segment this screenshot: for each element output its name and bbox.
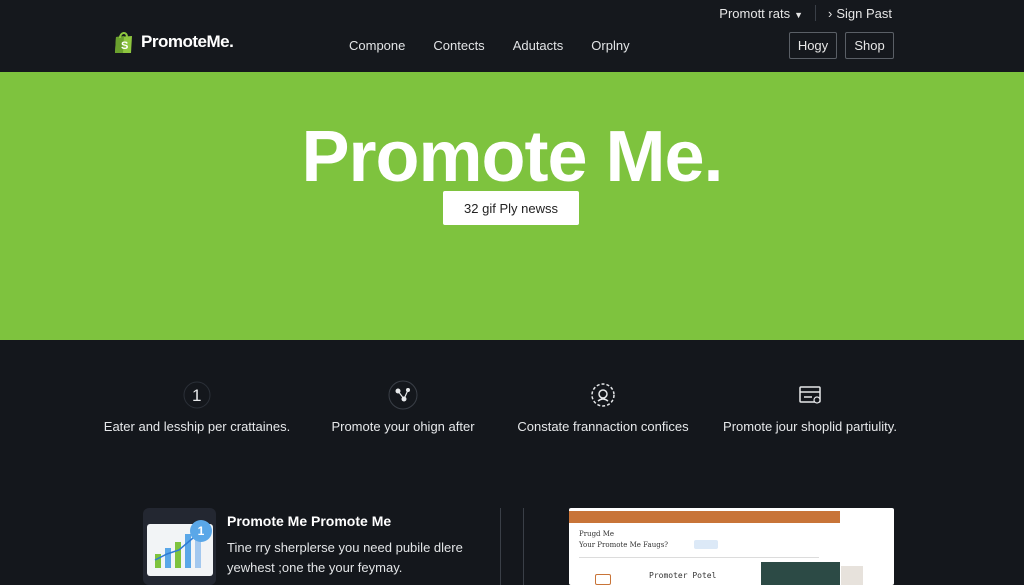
- nav-item-contects[interactable]: Contects: [433, 38, 484, 53]
- account-menu[interactable]: Promott rats ▼: [719, 6, 803, 21]
- feature-item: 1 Eater and lesship per crattaines.: [97, 380, 297, 436]
- hero-badge[interactable]: 32 gif Ply newss: [443, 191, 579, 225]
- preview-card-icon: [595, 574, 611, 585]
- feature-text: Promote your ohign after: [331, 419, 475, 434]
- main-nav: Compone Contects Adutacts Orplny: [349, 38, 658, 53]
- preview-image: [761, 562, 840, 585]
- caret-down-icon: ▼: [794, 9, 803, 20]
- preview-divider: [579, 557, 819, 558]
- header-buttons: Hogy Shop: [789, 32, 894, 59]
- nav-item-compone[interactable]: Compone: [349, 38, 405, 53]
- feature-item: Promote jour shoplid partiulity.: [710, 380, 910, 436]
- number-one-icon: 1: [182, 380, 212, 410]
- preview-heading: Prugd Me: [579, 530, 615, 538]
- preview-avatar: [841, 566, 863, 585]
- promo-title: Promote Me Promote Me: [227, 513, 392, 529]
- feature-item: Promote your ohign after: [303, 380, 503, 436]
- account-menu-label: Promott rats: [719, 5, 791, 21]
- preview-nav-bar: [569, 511, 840, 523]
- feature-text: Constate frannaction confices: [517, 419, 689, 434]
- divider: [523, 508, 524, 585]
- hogy-button[interactable]: Hogy: [789, 32, 837, 59]
- notification-badge: 1: [190, 520, 212, 542]
- shopping-bag-icon: S: [113, 30, 135, 54]
- promo-description: Tine rry sherplerse you need pubile dler…: [227, 540, 463, 575]
- preview-subheading: Your Promote Me Faugs?: [579, 541, 669, 549]
- nav-item-orplny[interactable]: Orplny: [591, 38, 629, 53]
- utility-divider: [815, 5, 816, 21]
- feature-text: Promote jour shoplid partiulity.: [723, 419, 897, 434]
- feature-text: Eater and lesship per crattaines.: [103, 419, 291, 434]
- hero-title: Promote Me.: [301, 117, 723, 197]
- sign-link-label: Sign Past: [836, 5, 892, 21]
- hero-banner: Promote Me. 32 gif Ply newss: [0, 72, 1024, 340]
- store-preview-screenshot: Prugd Me Your Promote Me Faugs? Promoter…: [569, 508, 894, 585]
- store-card-icon: [795, 380, 825, 410]
- features-row: 1 Eater and lesship per crattaines. Prom…: [0, 340, 1024, 470]
- top-header: Promott rats ▼ › Sign Past S PromoteMe. Co…: [0, 0, 1024, 72]
- gear-badge-icon: [588, 380, 618, 410]
- divider: [500, 508, 501, 585]
- preview-chip: [694, 540, 718, 549]
- preview-label: Promoter Potel: [649, 571, 717, 580]
- nav-item-adutacts[interactable]: Adutacts: [513, 38, 564, 53]
- feature-item: Constate frannaction confices: [503, 380, 703, 436]
- shop-button[interactable]: Shop: [845, 32, 894, 59]
- sign-link[interactable]: › Sign Past: [828, 6, 892, 21]
- share-nodes-icon: [388, 380, 418, 410]
- chevron-right-icon: ›: [828, 5, 833, 21]
- brand-name: PromoteMe.: [141, 32, 234, 51]
- brand-logo[interactable]: S PromoteMe.: [113, 30, 234, 54]
- analytics-card: [143, 508, 216, 585]
- page: Promott rats ▼ › Sign Past S PromoteMe. Co…: [0, 0, 1024, 585]
- svg-text:1: 1: [192, 386, 201, 405]
- svg-text:S: S: [121, 40, 128, 52]
- utility-bar: Promott rats ▼ › Sign Past: [719, 5, 892, 21]
